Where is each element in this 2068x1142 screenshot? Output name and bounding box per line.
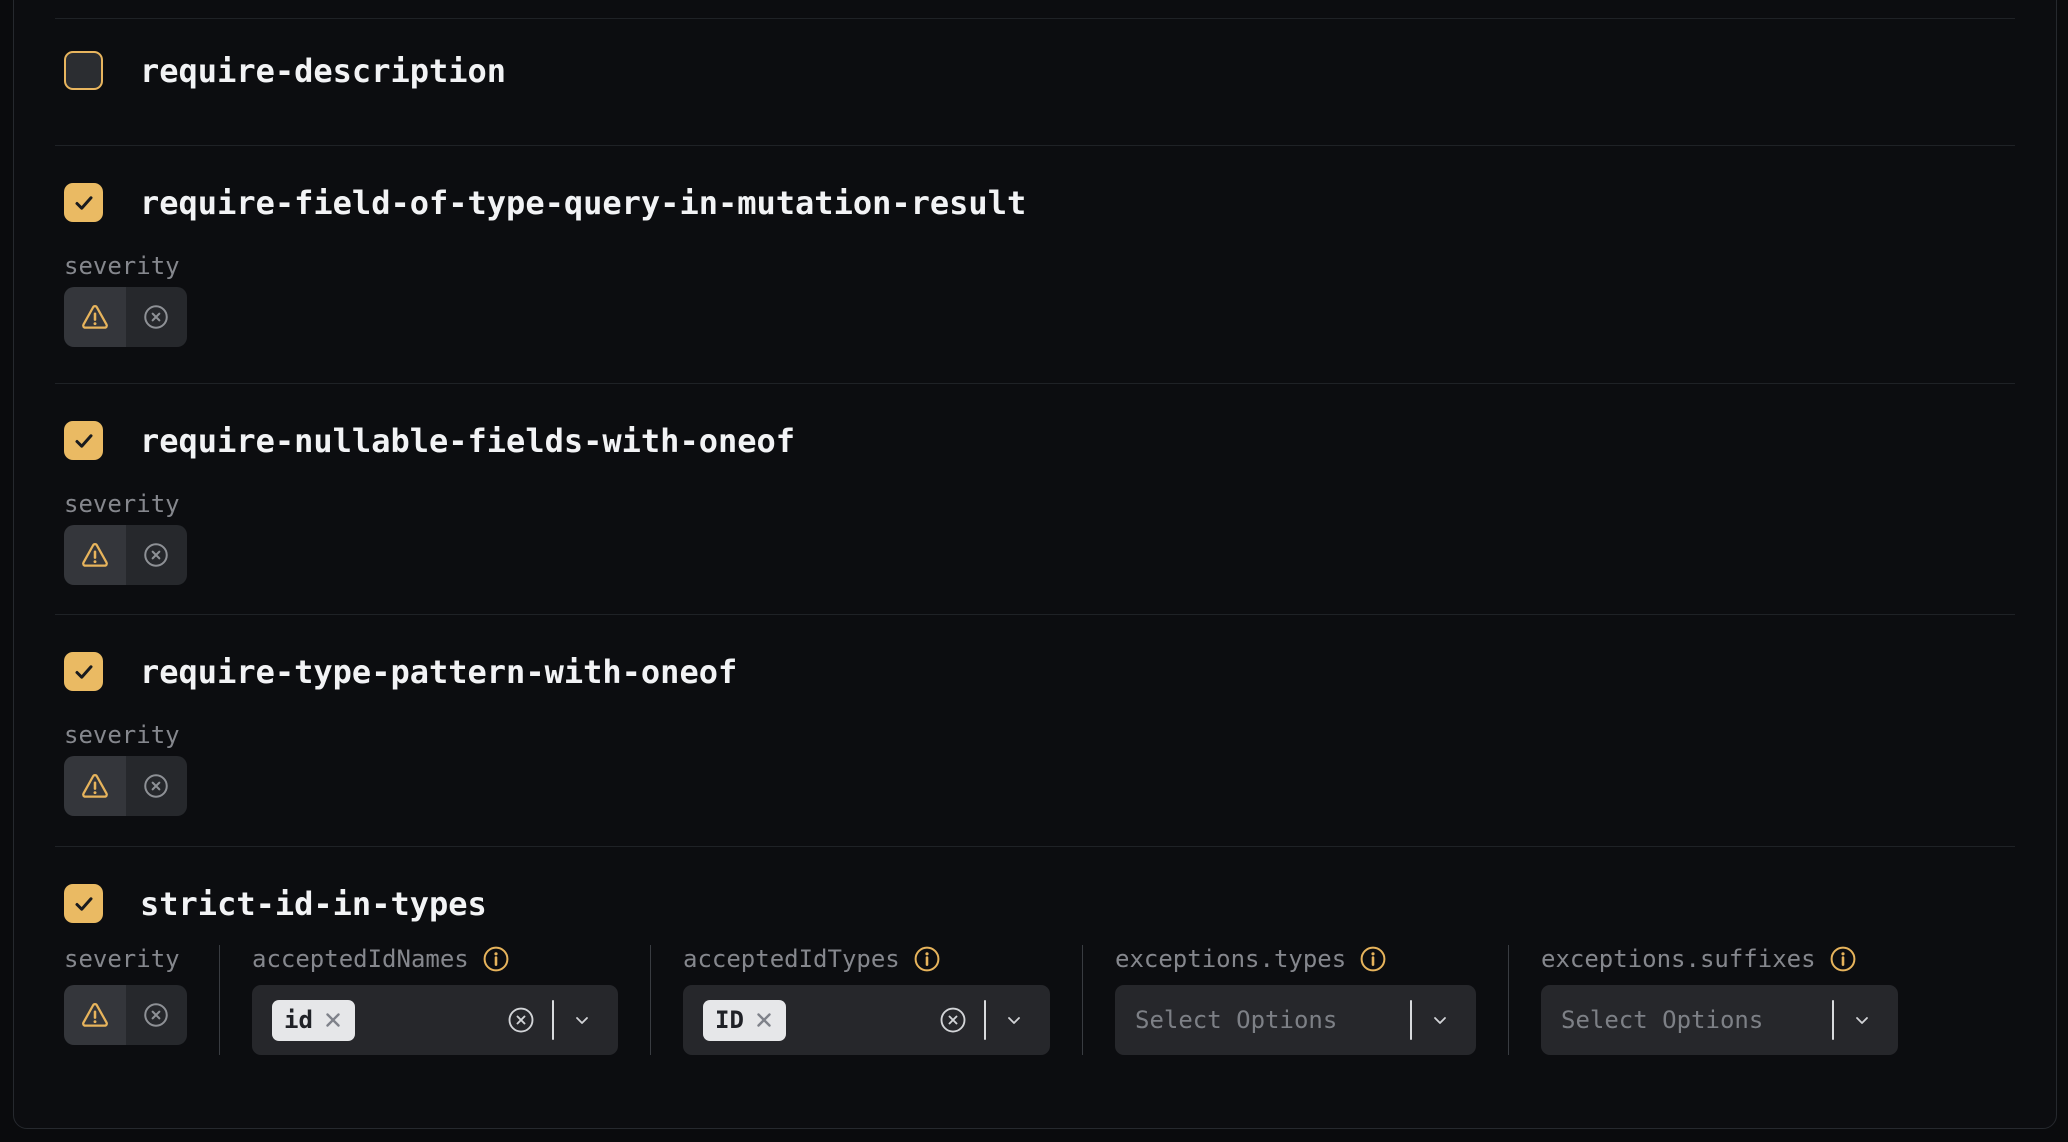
rule-name: require-description xyxy=(140,52,506,90)
x-circle-icon xyxy=(141,540,171,570)
severity-label: severity xyxy=(64,252,2056,280)
tag-remove-icon[interactable] xyxy=(323,1010,343,1030)
rule-row-strict-id-in-types: strict-id-in-types severity xyxy=(14,847,2056,1129)
info-icon[interactable] xyxy=(1830,946,1856,972)
severity-off-button[interactable] xyxy=(126,287,188,347)
check-icon xyxy=(72,660,96,684)
select-divider xyxy=(1410,1000,1412,1040)
vertical-separator xyxy=(219,945,220,1055)
multiselect-acceptedIdTypes[interactable]: ID xyxy=(683,985,1050,1055)
x-circle-icon xyxy=(141,302,171,332)
vertical-separator xyxy=(1082,945,1083,1055)
chevron-down-icon[interactable] xyxy=(570,1008,594,1032)
severity-off-button[interactable] xyxy=(126,985,188,1045)
select-divider xyxy=(1832,1000,1834,1040)
rule-checkbox[interactable] xyxy=(64,421,103,460)
severity-label: severity xyxy=(64,721,2056,749)
field-label: acceptedIdTypes xyxy=(683,945,900,973)
rule-row-require-nullable-fields-with-oneof: require-nullable-fields-with-oneof sever… xyxy=(14,384,2056,614)
vertical-separator xyxy=(650,945,651,1055)
rule-row-require-description: require-description xyxy=(14,19,2056,145)
rule-name: require-type-pattern-with-oneof xyxy=(140,653,737,691)
warning-icon xyxy=(78,301,112,333)
option-group-severity: severity xyxy=(64,945,187,1045)
info-icon[interactable] xyxy=(1360,946,1386,972)
tag-remove-icon[interactable] xyxy=(754,1010,774,1030)
severity-off-button[interactable] xyxy=(126,525,188,585)
rule-row-require-type-pattern-with-oneof: require-type-pattern-with-oneof severity xyxy=(14,615,2056,846)
multiselect-acceptedIdNames[interactable]: id xyxy=(252,985,618,1055)
chevron-down-icon[interactable] xyxy=(1002,1008,1026,1032)
severity-warn-button[interactable] xyxy=(64,287,126,347)
vertical-separator xyxy=(1508,945,1509,1055)
severity-toggle xyxy=(64,525,187,585)
option-group-acceptedIdNames: acceptedIdNames id xyxy=(252,945,618,1055)
x-circle-icon xyxy=(141,771,171,801)
clear-icon[interactable] xyxy=(938,1005,968,1035)
tag-label: id xyxy=(284,1006,313,1034)
severity-toggle xyxy=(64,985,187,1045)
chevron-down-icon[interactable] xyxy=(1428,1008,1452,1032)
severity-toggle xyxy=(64,756,187,816)
rule-checkbox[interactable] xyxy=(64,51,103,90)
selected-tag: ID xyxy=(703,1000,786,1041)
option-group-acceptedIdTypes: acceptedIdTypes ID xyxy=(683,945,1050,1055)
multiselect-exceptions-types[interactable]: Select Options xyxy=(1115,985,1476,1055)
selected-tag: id xyxy=(272,1000,355,1041)
field-label: exceptions.types xyxy=(1115,945,1346,973)
check-icon xyxy=(72,892,96,916)
select-divider xyxy=(552,1000,554,1040)
severity-toggle xyxy=(64,287,187,347)
severity-label: severity xyxy=(64,945,187,973)
rule-name: require-nullable-fields-with-oneof xyxy=(140,422,795,460)
rule-row-require-field-of-type-query-in-mutation-result: require-field-of-type-query-in-mutation-… xyxy=(14,146,2056,383)
check-icon xyxy=(72,429,96,453)
severity-warn-button[interactable] xyxy=(64,985,126,1045)
rule-checkbox[interactable] xyxy=(64,183,103,222)
info-icon[interactable] xyxy=(483,946,509,972)
rule-checkbox[interactable] xyxy=(64,652,103,691)
option-group-exceptions-types: exceptions.types Select Options xyxy=(1115,945,1476,1055)
field-label: exceptions.suffixes xyxy=(1541,945,1816,973)
warning-icon xyxy=(78,999,112,1031)
severity-warn-button[interactable] xyxy=(64,756,126,816)
check-icon xyxy=(72,191,96,215)
info-icon[interactable] xyxy=(914,946,940,972)
option-group-exceptions-suffixes: exceptions.suffixes Select Options xyxy=(1541,945,1898,1055)
select-placeholder: Select Options xyxy=(1135,1006,1337,1034)
warning-icon xyxy=(78,539,112,571)
x-circle-icon xyxy=(141,1000,171,1030)
rule-name: strict-id-in-types xyxy=(140,885,487,923)
rule-checkbox[interactable] xyxy=(64,884,103,923)
select-placeholder: Select Options xyxy=(1561,1006,1763,1034)
severity-off-button[interactable] xyxy=(126,756,188,816)
field-label: acceptedIdNames xyxy=(252,945,469,973)
multiselect-exceptions-suffixes[interactable]: Select Options xyxy=(1541,985,1898,1055)
severity-warn-button[interactable] xyxy=(64,525,126,585)
warning-icon xyxy=(78,770,112,802)
severity-label: severity xyxy=(64,490,2056,518)
rules-panel: require-description require-field-of-typ… xyxy=(13,0,2057,1129)
tag-label: ID xyxy=(715,1006,744,1034)
clear-icon[interactable] xyxy=(506,1005,536,1035)
chevron-down-icon[interactable] xyxy=(1850,1008,1874,1032)
panel-top-spacer xyxy=(14,0,2056,18)
rule-name: require-field-of-type-query-in-mutation-… xyxy=(140,184,1026,222)
select-divider xyxy=(984,1000,986,1040)
